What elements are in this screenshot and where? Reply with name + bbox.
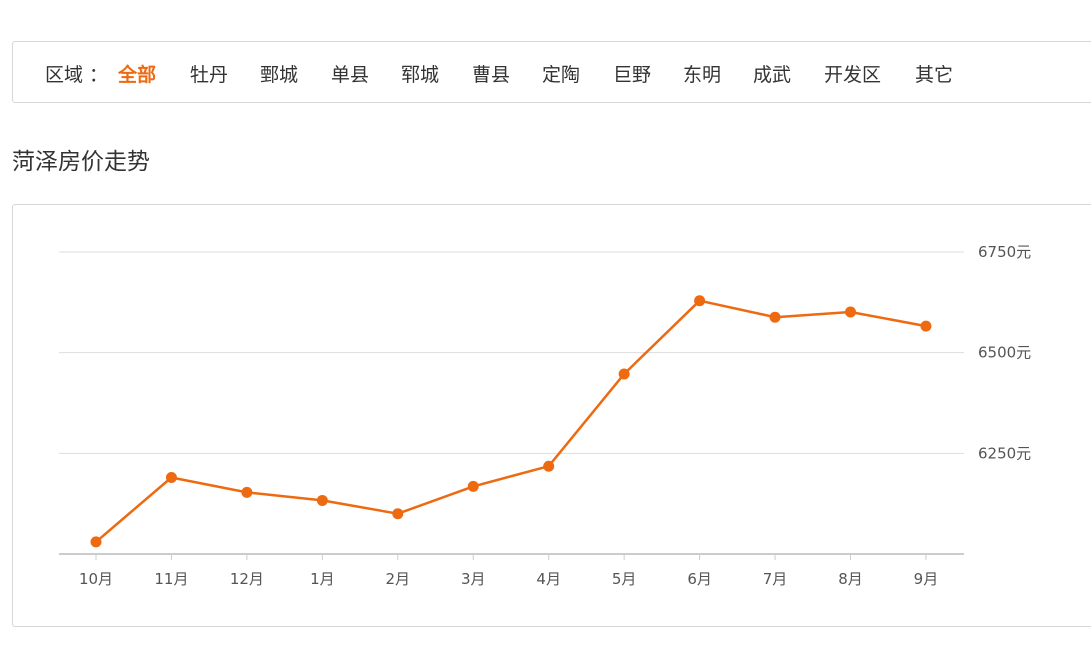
series-line [95,299,927,543]
data-point [694,295,706,307]
y-tick-label: 6500元 [978,344,1031,362]
chart-gridlines [59,251,964,454]
page-title: 菏泽房价走势 [12,149,150,175]
district-filter-shanxian[interactable]: 单县 [331,63,369,87]
district-filter-chengwu[interactable]: 成武 [753,63,791,87]
district-filter-juye[interactable]: 巨野 [613,63,651,87]
district-filter-label: 区域 ： [45,64,109,86]
data-point [467,480,479,492]
x-tick-label: 5月 [612,570,637,588]
x-tick-label: 8月 [838,570,863,588]
district-filter-kaifaqu[interactable]: 开发区 [824,63,881,87]
y-axis-ticks: 6250元 6500元 6750元 [978,243,1031,462]
district-filter-all[interactable]: 全部 [118,63,156,87]
y-tick-label: 6750元 [978,243,1031,261]
district-filter-yuncheng[interactable]: 郓城 [401,63,439,87]
x-tick-label: 9月 [914,570,939,588]
price-trend-chart-panel: 6250元 6500元 6750元 10月 11月 12月 1月 2月 3月 4月 5月 6月 7月 8… [12,204,1091,627]
x-tick-label: 6月 [687,570,712,588]
x-tick-label: 12月 [230,570,264,588]
data-point [165,471,177,483]
x-tick-label: 3月 [461,570,486,588]
x-tick-label: 10月 [79,570,113,588]
data-point [845,306,856,318]
data-point [769,311,781,323]
district-filter-dongming[interactable]: 东明 [683,63,721,87]
district-filter-other[interactable]: 其它 [915,63,953,87]
district-filter-dingtao[interactable]: 定陶 [542,63,580,87]
price-trend-chart: 6250元 6500元 6750元 10月 11月 12月 1月 2月 3月 4月 5月 6月 7月 8… [59,243,1031,588]
district-filter-caoxian[interactable]: 曹县 [472,63,510,87]
x-tick-label: 7月 [763,570,788,588]
data-point [920,320,932,332]
chart-axes [59,553,964,560]
x-tick-label: 1月 [310,570,335,588]
y-tick-label: 6250元 [978,444,1031,462]
district-filter-juancheng[interactable]: 鄄城 [260,63,298,87]
data-point [392,508,404,520]
x-tick-label: 2月 [386,570,411,588]
data-point [543,460,555,472]
district-filter-mudan[interactable]: 牡丹 [190,63,228,87]
district-filter-bar: 区域 ： 全部 牡丹 鄄城 单县 郓城 曹县 定陶 巨野 东明 成武 开发区 其… [12,41,1091,103]
data-point [316,494,328,506]
data-point [90,536,102,548]
x-tick-label: 4月 [536,570,561,588]
data-point [618,368,630,380]
chart-series [90,295,932,548]
data-point [241,486,253,498]
x-tick-label: 11月 [154,570,188,588]
x-axis-ticks: 10月 11月 12月 1月 2月 3月 4月 5月 6月 7月 8月 9月 [79,570,938,588]
